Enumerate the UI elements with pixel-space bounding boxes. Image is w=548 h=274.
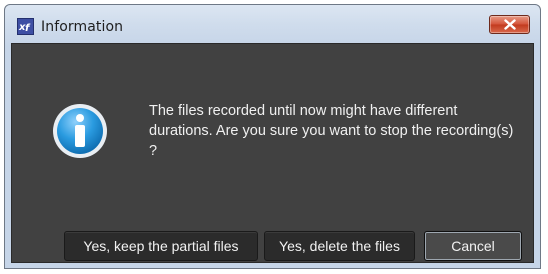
information-dialog-window: x f Information The files recorded until… [4, 4, 541, 269]
keep-partial-files-button[interactable]: Yes, keep the partial files [64, 231, 258, 261]
app-logo-icon: x f [17, 18, 34, 35]
delete-files-button[interactable]: Yes, delete the files [264, 231, 415, 261]
window-title: Information [41, 19, 124, 35]
close-icon [504, 19, 516, 30]
info-icon [51, 102, 109, 160]
dialog-content: The files recorded until now might have … [11, 43, 534, 263]
dialog-message: The files recorded until now might have … [149, 103, 514, 159]
svg-text:f: f [25, 23, 31, 34]
title-bar[interactable]: x f Information [5, 5, 540, 41]
cancel-button[interactable]: Cancel [424, 231, 522, 261]
close-button[interactable] [489, 15, 530, 34]
